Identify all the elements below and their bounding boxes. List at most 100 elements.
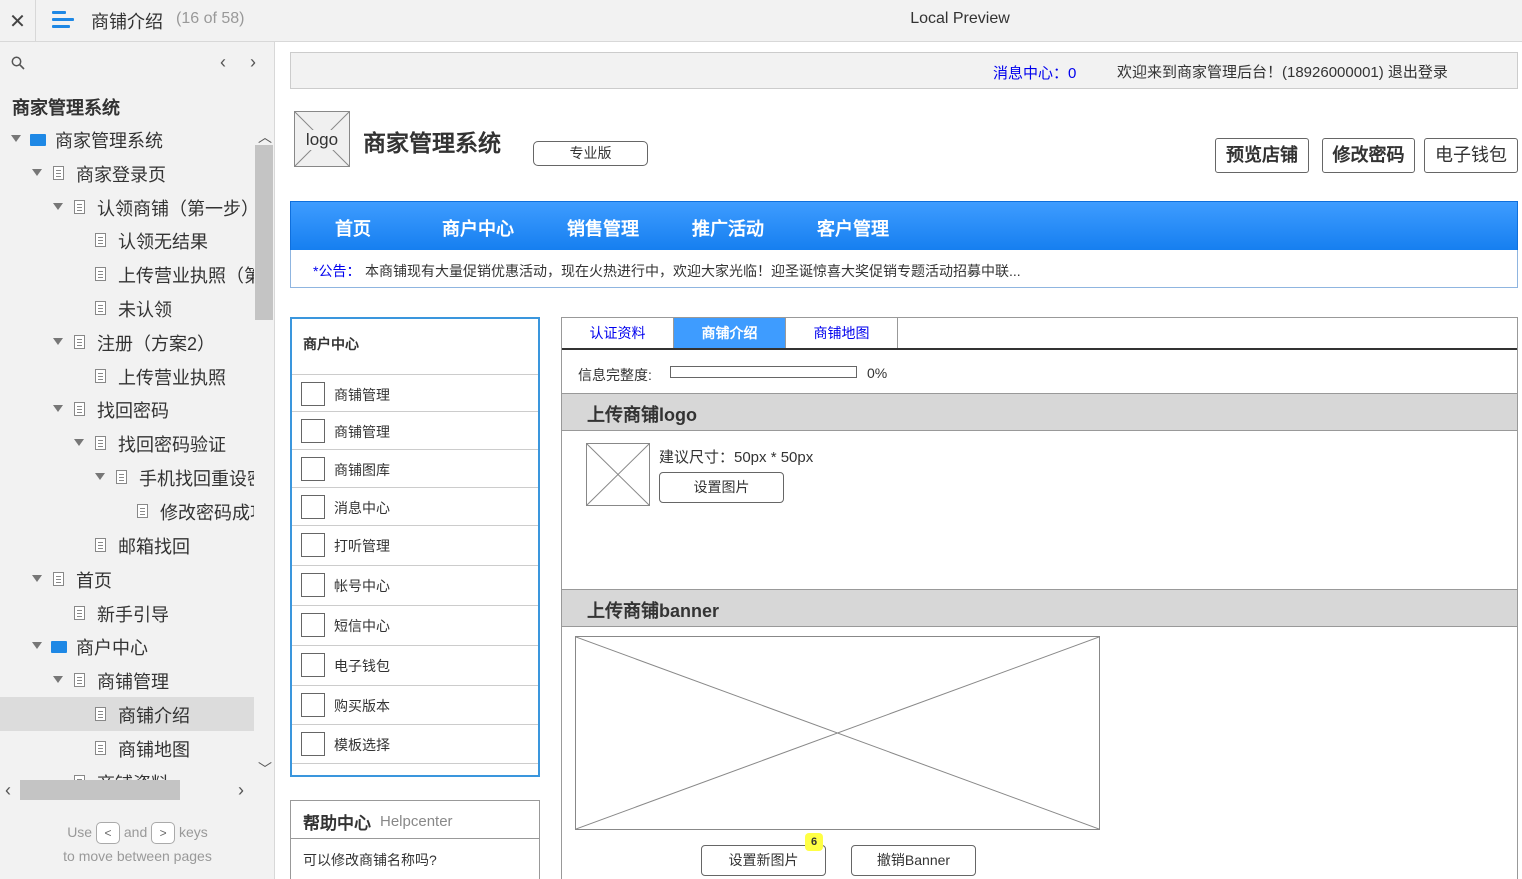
expand-arrow-icon[interactable] bbox=[95, 473, 105, 480]
message-center-link[interactable]: 消息中心：0 bbox=[993, 62, 1076, 83]
tree-item-label: 上传营业执照 bbox=[118, 368, 226, 388]
welcome-text: 欢迎来到商家管理后台！(18926000001) 退出登录 bbox=[1117, 64, 1448, 81]
progress-percent: 0% bbox=[867, 365, 888, 381]
page-icon bbox=[53, 572, 64, 586]
tree-item[interactable]: 注册（方案2） bbox=[0, 325, 254, 359]
menu-item[interactable]: 模板选择 bbox=[292, 724, 538, 762]
menu-item[interactable]: 购买版本 bbox=[292, 685, 538, 723]
checkbox[interactable] bbox=[301, 613, 325, 637]
tree-item[interactable]: 修改密码成功 bbox=[0, 494, 254, 528]
checkbox[interactable] bbox=[301, 457, 325, 481]
tree-item[interactable]: 商户中心 bbox=[0, 629, 254, 663]
tree-item[interactable]: 认领无结果 bbox=[0, 223, 254, 257]
expand-arrow-icon[interactable] bbox=[32, 575, 42, 582]
change-password-button[interactable]: 修改密码 bbox=[1322, 138, 1415, 173]
tree-item[interactable]: 找回密码验证 bbox=[0, 426, 254, 460]
page-icon bbox=[95, 233, 106, 247]
menu-item[interactable]: 商铺图库 bbox=[292, 449, 538, 487]
menu-item-label: 打听管理 bbox=[334, 538, 390, 554]
tree-item-label: 新手引导 bbox=[97, 605, 169, 625]
hint-text: and bbox=[123, 824, 148, 840]
checkbox[interactable] bbox=[301, 495, 325, 519]
cancel-banner-button[interactable]: 撤销Banner bbox=[851, 845, 976, 876]
menu-item[interactable]: 帐号中心 bbox=[292, 565, 538, 603]
preview-store-button[interactable]: 预览店铺 bbox=[1215, 138, 1309, 173]
tree-item-label: 商铺地图 bbox=[118, 740, 190, 760]
tree-item-label: 商家管理系统 bbox=[55, 131, 163, 151]
tree-item[interactable]: 认领商铺（第一步） bbox=[0, 190, 254, 224]
tab-certification[interactable]: 认证资料 bbox=[562, 318, 674, 348]
tree-item[interactable]: 新手引导 bbox=[0, 596, 254, 630]
nav-customers[interactable]: 客户管理 bbox=[817, 215, 889, 241]
tree-item[interactable]: 首页 bbox=[0, 562, 254, 596]
tree-item[interactable]: 找回密码 bbox=[0, 392, 254, 426]
checkbox[interactable] bbox=[301, 573, 325, 597]
page-icon bbox=[95, 707, 106, 721]
menu-item[interactable]: 短信中心 bbox=[292, 605, 538, 643]
vertical-scrollbar[interactable]: ︿ ﹀ bbox=[254, 127, 274, 777]
page-icon bbox=[74, 200, 85, 214]
tree-item[interactable]: 商家登录页 bbox=[0, 156, 254, 190]
e-wallet-button[interactable]: 电子钱包 bbox=[1424, 138, 1518, 173]
scroll-up-icon[interactable]: ︿ bbox=[258, 127, 272, 147]
checkbox[interactable] bbox=[301, 693, 325, 717]
page-tree: 商家管理系统 商家登录页 认领商铺（第一步） 认领无结果 上传营业执照（第 未认… bbox=[0, 122, 254, 780]
menu-item[interactable]: 打听管理 bbox=[292, 525, 538, 563]
tree-item[interactable]: 手机找回重设密 bbox=[0, 460, 254, 494]
scroll-left-icon[interactable]: ‹ bbox=[5, 780, 11, 801]
tree-item-label: 商铺管理 bbox=[97, 672, 169, 692]
expand-arrow-icon[interactable] bbox=[53, 676, 63, 683]
annotation-badge: 6 bbox=[805, 833, 823, 851]
next-page-icon[interactable]: › bbox=[250, 52, 256, 73]
prev-page-icon[interactable]: ‹ bbox=[220, 52, 226, 73]
menu-item[interactable]: 商铺管理 bbox=[292, 374, 538, 412]
scroll-right-icon[interactable]: › bbox=[238, 780, 244, 801]
checkbox[interactable] bbox=[301, 732, 325, 756]
expand-arrow-icon[interactable] bbox=[74, 439, 84, 446]
expand-arrow-icon[interactable] bbox=[53, 203, 63, 210]
expand-arrow-icon[interactable] bbox=[11, 135, 21, 142]
menu-item[interactable]: 消息中心 bbox=[292, 487, 538, 525]
page-icon bbox=[137, 504, 148, 518]
nav-merchant-center[interactable]: 商户中心 bbox=[442, 215, 514, 241]
viewer-topbar: ✕ 商铺介绍 (16 of 58) Local Preview bbox=[0, 0, 1522, 42]
tree-item-label: 认领无结果 bbox=[118, 232, 208, 252]
nav-home[interactable]: 首页 bbox=[335, 215, 371, 241]
checkbox[interactable] bbox=[301, 653, 325, 677]
checkbox[interactable] bbox=[301, 382, 325, 406]
scrollbar-thumb[interactable] bbox=[20, 780, 180, 800]
tree-item[interactable]: 未认领 bbox=[0, 291, 254, 325]
horizontal-scrollbar[interactable]: ‹ › bbox=[0, 780, 254, 800]
checkbox[interactable] bbox=[301, 419, 325, 443]
nav-promotions[interactable]: 推广活动 bbox=[692, 215, 764, 241]
tree-item[interactable]: 商铺资料 bbox=[0, 765, 254, 780]
set-image-button[interactable]: 设置图片 bbox=[659, 472, 784, 503]
tab-store-intro[interactable]: 商铺介绍 bbox=[674, 318, 786, 348]
menu-divider bbox=[292, 763, 538, 777]
tree-item-label: 找回密码验证 bbox=[118, 435, 226, 455]
menu-item-label: 商铺管理 bbox=[334, 387, 390, 403]
expand-arrow-icon[interactable] bbox=[53, 338, 63, 345]
checkbox[interactable] bbox=[301, 533, 325, 557]
tree-item[interactable]: 商铺地图 bbox=[0, 731, 254, 765]
tree-item[interactable]: 商铺管理 bbox=[0, 663, 254, 697]
menu-item[interactable]: 商铺管理 bbox=[292, 411, 538, 449]
tree-item-selected[interactable]: 商铺介绍 bbox=[0, 697, 254, 731]
menu-item[interactable]: 电子钱包 bbox=[292, 645, 538, 683]
tab-store-map[interactable]: 商铺地图 bbox=[786, 318, 898, 348]
tree-item-label: 认领商铺（第一步） bbox=[97, 199, 254, 219]
main-nav: 首页 商户中心 销售管理 推广活动 客户管理 bbox=[290, 201, 1518, 251]
tree-item[interactable]: 上传营业执照（第 bbox=[0, 257, 254, 291]
tree-item-label: 注册（方案2） bbox=[97, 334, 216, 354]
help-question-link[interactable]: 可以修改商铺名称吗? bbox=[303, 850, 437, 870]
tree-item[interactable]: 上传营业执照 bbox=[0, 359, 254, 393]
tree-item[interactable]: 邮箱找回 bbox=[0, 528, 254, 562]
expand-arrow-icon[interactable] bbox=[32, 169, 42, 176]
scroll-down-icon[interactable]: ﹀ bbox=[258, 759, 272, 779]
search-icon[interactable] bbox=[11, 56, 25, 70]
nav-sales[interactable]: 销售管理 bbox=[567, 215, 639, 241]
tree-item[interactable]: 商家管理系统 bbox=[0, 122, 254, 156]
expand-arrow-icon[interactable] bbox=[32, 642, 42, 649]
scrollbar-thumb[interactable] bbox=[255, 145, 273, 320]
expand-arrow-icon[interactable] bbox=[53, 405, 63, 412]
